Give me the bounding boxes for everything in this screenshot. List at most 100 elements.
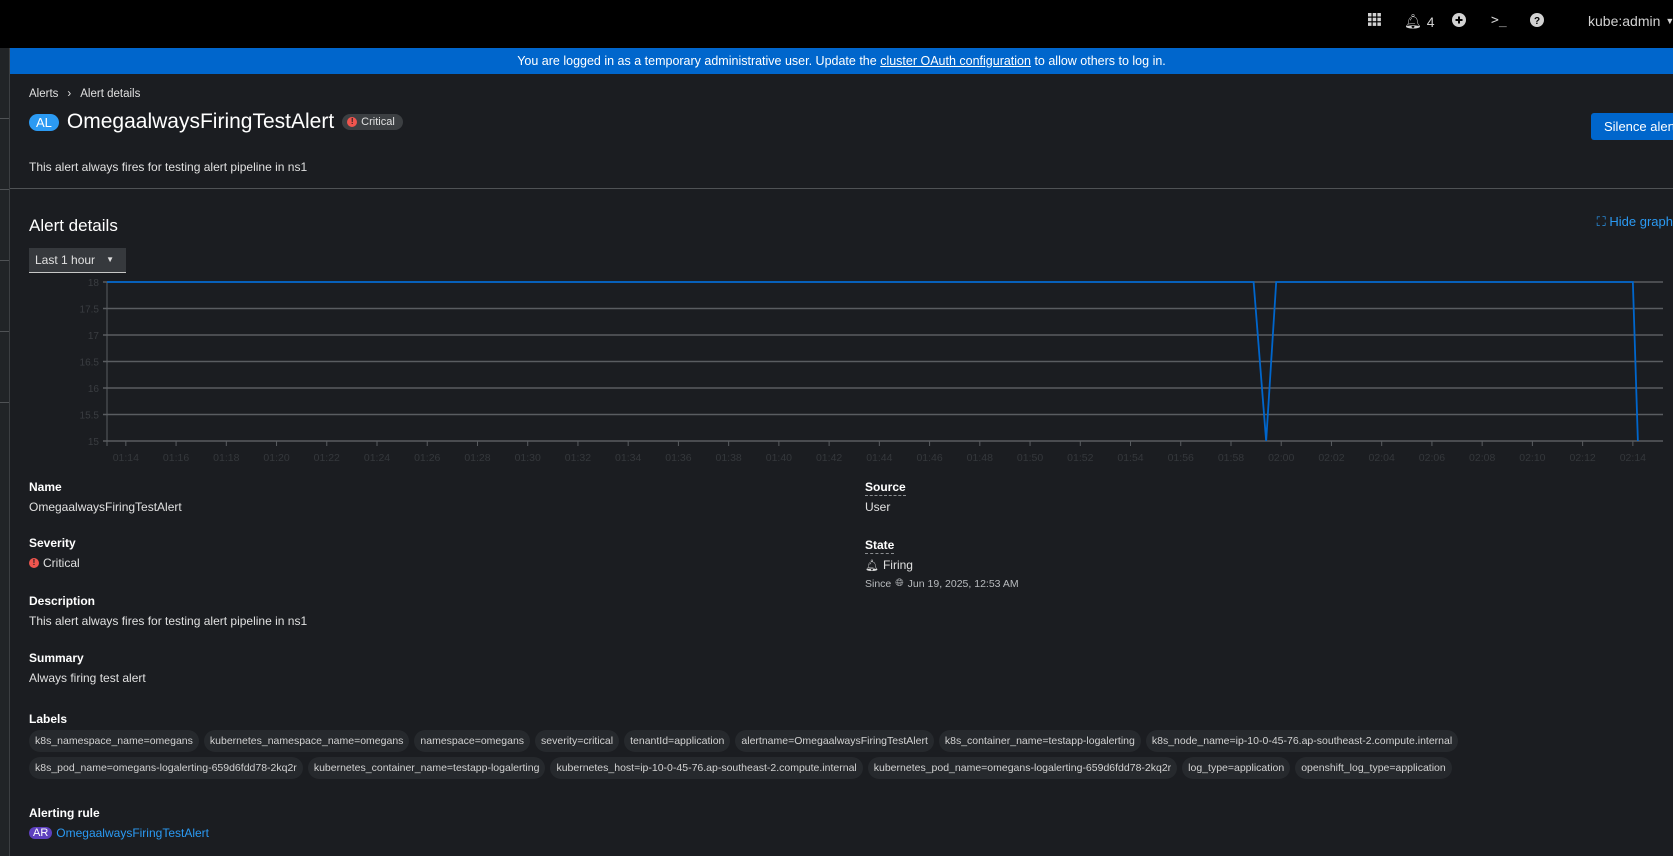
username: kube:admin <box>1588 13 1661 29</box>
compress-icon: ⛶ <box>1596 214 1610 229</box>
label-chip: k8s_container_name=testapp-logalerting <box>938 730 1141 752</box>
divider <box>10 188 1673 189</box>
x-tick-label: 01:48 <box>967 452 993 464</box>
alerting-rule-label: Alerting rule <box>29 806 100 820</box>
x-tick-label: 02:08 <box>1469 452 1495 464</box>
cluster-oauth-link[interactable]: cluster OAuth configuration <box>880 54 1031 68</box>
breadcrumb-alerts[interactable]: Alerts <box>29 88 58 100</box>
label-chip: alertname=OmegaalwaysFiringTestAlert <box>735 730 934 752</box>
state-label[interactable]: State <box>865 538 895 554</box>
label-chip: k8s_node_name=ip-10-0-45-76.ap-southeast… <box>1145 730 1459 752</box>
chevron-right-icon: › <box>67 88 72 100</box>
label-chip: openshift_log_type=application <box>1295 757 1452 779</box>
x-tick-label: 01:32 <box>565 452 591 464</box>
source-value: User <box>865 500 891 514</box>
x-tick-label: 01:52 <box>1067 452 1093 464</box>
label-chip: k8s_namespace_name=omegans <box>29 730 199 752</box>
x-tick-label: 01:50 <box>1017 452 1043 464</box>
x-tick-label: 02:06 <box>1419 452 1445 464</box>
exclamation-circle-icon: ! <box>29 558 39 568</box>
label-chip: kubernetes_namespace_name=omegans <box>203 730 410 752</box>
x-tick-label: 01:16 <box>163 452 189 464</box>
x-tick-label: 01:40 <box>766 452 792 464</box>
svg-text:?: ? <box>1534 16 1540 27</box>
x-tick-label: 01:14 <box>113 452 139 464</box>
labels-label: Labels <box>29 712 68 726</box>
name-label: Name <box>29 480 62 494</box>
x-tick-label: 01:18 <box>213 452 239 464</box>
description-value: This alert always fires for testing aler… <box>29 614 308 628</box>
app-launcher-icon[interactable] <box>1368 13 1381 26</box>
banner-text: You are logged in as a temporary adminis… <box>517 54 881 68</box>
x-tick-label: 02:04 <box>1369 452 1395 464</box>
alert-graph: 15 15.5 16 16.5 17 17.5 18 01:14 01:16 01:18 01:20… <box>80 278 1663 464</box>
notifications-button[interactable]: 🔔︎ 4 <box>1404 13 1435 30</box>
hide-graph-button[interactable]: ⛶ Hide graph <box>1597 214 1673 230</box>
summary-field: Summary Always firing test alert <box>29 651 146 685</box>
summary-label: Summary <box>29 651 84 665</box>
page-title: AL OmegaalwaysFiringTestAlert! Critical <box>29 110 403 134</box>
user-menu[interactable]: kube:admin ▼ <box>1588 13 1673 29</box>
labels-heading: Labels <box>29 712 67 726</box>
name-value: OmegaalwaysFiringTestAlert <box>29 500 182 514</box>
breadcrumb-current: Alert details <box>80 88 141 100</box>
label-chip: log_type=application <box>1182 757 1291 779</box>
temporary-admin-banner: You are logged in as a temporary adminis… <box>10 48 1673 74</box>
alert-description: This alert always fires for testing aler… <box>29 160 308 174</box>
x-tick-label: 01:38 <box>716 452 742 464</box>
resource-badge: AL <box>29 113 59 131</box>
silence-alert-button[interactable]: Silence alert <box>1591 113 1673 140</box>
severity-text: Critical <box>361 116 395 128</box>
description-field: Description This alert always fires for t… <box>29 594 307 628</box>
state-value: Firing <box>882 558 913 572</box>
x-tick-label: 01:56 <box>1168 452 1194 464</box>
y-tick-label: 17.5 <box>80 305 100 316</box>
hide-graph-label: Hide graph <box>1609 214 1673 229</box>
label-chip: k8s_pod_name=omegans-logalerting-659d6fd… <box>29 757 303 779</box>
severity-field: Severity! Critical <box>29 536 80 570</box>
x-tick-label: 01:28 <box>464 452 490 464</box>
label-chip: namespace=omegans <box>414 730 531 752</box>
label-chip: kubernetes_host=ip-10-0-45-76.ap-southea… <box>550 757 863 779</box>
y-tick-label: 16 <box>88 384 100 395</box>
y-tick-label: 15 <box>88 437 100 448</box>
terminal-icon[interactable]: >_ <box>1491 13 1507 28</box>
name-field: Name OmegaalwaysFiringTestAlert <box>29 480 182 514</box>
x-tick-label: 02:00 <box>1268 452 1294 464</box>
x-tick-label: 01:54 <box>1117 452 1143 464</box>
y-tick-label: 18 <box>88 278 100 289</box>
help-icon[interactable]: ? <box>1530 13 1544 27</box>
caret-down-icon: ▼ <box>1665 16 1673 26</box>
source-field: Source User <box>865 480 906 514</box>
labels-list: k8s_namespace_name=omegans kubernetes_nam… <box>29 730 1629 779</box>
x-tick-label: 01:22 <box>314 452 340 464</box>
summary-value: Always firing test alert <box>29 671 146 685</box>
x-tick-label: 01:30 <box>515 452 541 464</box>
notifications-count: 4 <box>1426 13 1435 30</box>
severity-label: Severity <box>29 536 76 550</box>
x-tick-label: 01:58 <box>1218 452 1244 464</box>
exclamation-circle-icon: ! <box>347 117 358 127</box>
label-chip: tenantId=application <box>624 730 731 752</box>
x-tick-label: 01:26 <box>414 452 440 464</box>
label-chip: kubernetes_pod_name=omegans-logalerting-… <box>867 757 1178 779</box>
y-tick-label: 16.5 <box>80 358 100 369</box>
x-tick-label: 02:10 <box>1519 452 1545 464</box>
description-label: Description <box>29 594 96 608</box>
masthead: 🔔︎ 4 >_ ? kube:admin ▼ <box>0 0 1673 48</box>
x-tick-label: 02:02 <box>1318 452 1344 464</box>
alerting-rule-link[interactable]: OmegaalwaysFiringTestAlert <box>56 826 209 840</box>
x-tick-label: 01:34 <box>615 452 641 464</box>
bell-icon: 🔔︎ <box>865 559 879 572</box>
breadcrumb: Alerts › Alert details <box>29 88 140 100</box>
source-label[interactable]: Source <box>865 480 906 496</box>
rule-badge: AR <box>29 827 53 839</box>
caret-down-icon: ▼ <box>106 255 114 264</box>
x-tick-label: 01:36 <box>665 452 691 464</box>
x-tick-label: 01:44 <box>866 452 892 464</box>
state-field: State 🔔︎ Firing Since 🌐︎ Jun 19, 2025, 12:53 … <box>865 538 1019 590</box>
add-icon[interactable] <box>1452 13 1466 27</box>
since-prefix: Since <box>865 577 892 590</box>
alert-title: OmegaalwaysFiringTestAlert <box>66 110 335 133</box>
x-tick-label: 02:12 <box>1569 452 1595 464</box>
